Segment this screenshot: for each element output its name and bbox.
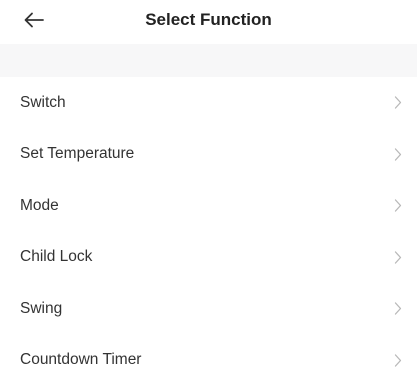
chevron-right-icon bbox=[393, 147, 403, 161]
chevron-right-icon bbox=[393, 353, 403, 367]
chevron-right-icon bbox=[393, 250, 403, 264]
function-item-label: Switch bbox=[20, 93, 66, 111]
function-item-label: Countdown Timer bbox=[20, 351, 142, 369]
function-item-mode[interactable]: Mode bbox=[0, 180, 417, 232]
function-item-switch[interactable]: Switch bbox=[0, 77, 417, 129]
section-separator bbox=[0, 44, 417, 77]
chevron-right-icon bbox=[393, 96, 403, 110]
function-item-label: Mode bbox=[20, 196, 59, 214]
function-list: Switch Set Temperature Mode Child Lock S… bbox=[0, 77, 417, 369]
function-item-label: Child Lock bbox=[20, 248, 93, 266]
function-item-child-lock[interactable]: Child Lock bbox=[0, 232, 417, 284]
chevron-right-icon bbox=[393, 302, 403, 316]
chevron-right-icon bbox=[393, 199, 403, 213]
page-title: Select Function bbox=[145, 10, 272, 29]
function-item-label: Swing bbox=[20, 299, 63, 317]
select-function-screen: Select Function Switch Set Temperature M… bbox=[0, 0, 417, 369]
function-item-set-temperature[interactable]: Set Temperature bbox=[0, 129, 417, 181]
header: Select Function bbox=[0, 0, 417, 44]
function-item-label: Set Temperature bbox=[20, 145, 135, 163]
function-item-swing[interactable]: Swing bbox=[0, 283, 417, 335]
function-item-countdown-timer[interactable]: Countdown Timer bbox=[0, 335, 417, 369]
